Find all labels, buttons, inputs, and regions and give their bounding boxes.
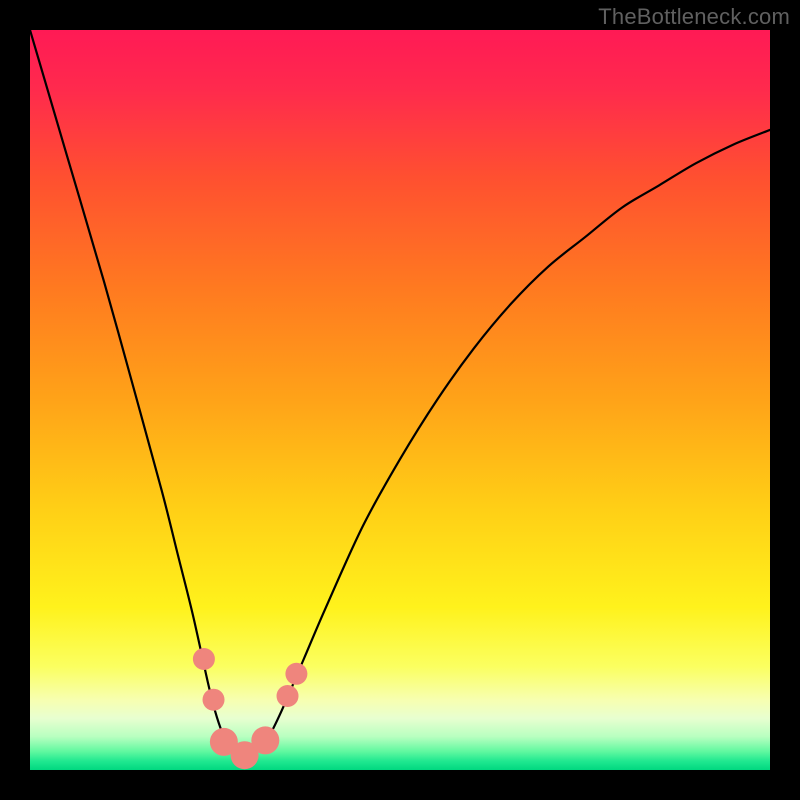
curve-marker — [251, 726, 279, 754]
curve-marker — [203, 689, 225, 711]
attribution-text: TheBottleneck.com — [598, 4, 790, 30]
gradient-background — [30, 30, 770, 770]
chart-frame: TheBottleneck.com — [0, 0, 800, 800]
chart-svg — [30, 30, 770, 770]
curve-marker — [277, 685, 299, 707]
curve-marker — [285, 663, 307, 685]
plot-area — [30, 30, 770, 770]
curve-marker — [193, 648, 215, 670]
